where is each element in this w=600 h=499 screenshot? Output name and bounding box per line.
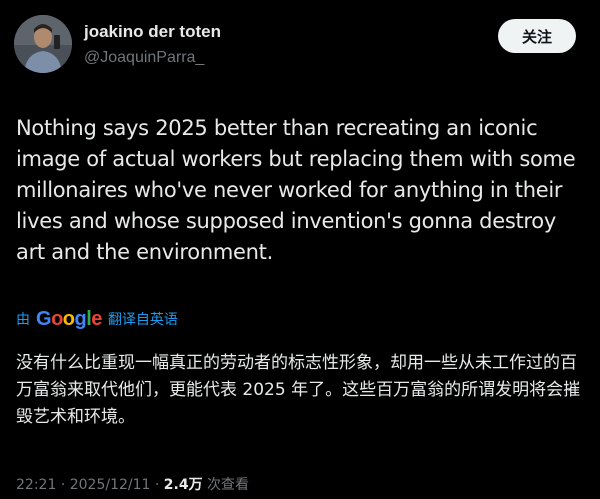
translated-text: 没有什么比重现一幅真正的劳动者的标志性形象，却用一些从未工作过的百万富翁来取代他… (16, 353, 581, 427)
views-label: 次查看 (207, 477, 250, 493)
tweet-text: Nothing says 2025 better than recreating… (16, 116, 576, 264)
avatar[interactable] (14, 15, 72, 73)
author-name[interactable]: joakino der toten (84, 22, 221, 42)
google-logo: Google (36, 307, 102, 330)
meta-separator: · (154, 477, 160, 493)
tweet-date[interactable]: 2025/12/11 (70, 477, 151, 493)
translate-from-english-link[interactable]: 翻译自英语 (108, 309, 178, 329)
views-count: 2.4万 (163, 477, 203, 493)
translation-attribution[interactable]: 由 Google 翻译自英语 (16, 306, 178, 332)
avatar-photo (14, 15, 72, 73)
follow-button[interactable]: 关注 (498, 19, 576, 53)
tweet-card: joakino der toten @JoaquinParra_ 关注 Noth… (0, 0, 600, 499)
translated-by-label: 由 (16, 312, 30, 328)
author-handle[interactable]: @JoaquinParra_ (84, 49, 204, 67)
tweet-time[interactable]: 22:21 (16, 477, 56, 493)
tweet-meta: 22:21 · 2025/12/11 · 2.4万 次查看 (16, 474, 249, 494)
meta-separator: · (60, 477, 66, 493)
